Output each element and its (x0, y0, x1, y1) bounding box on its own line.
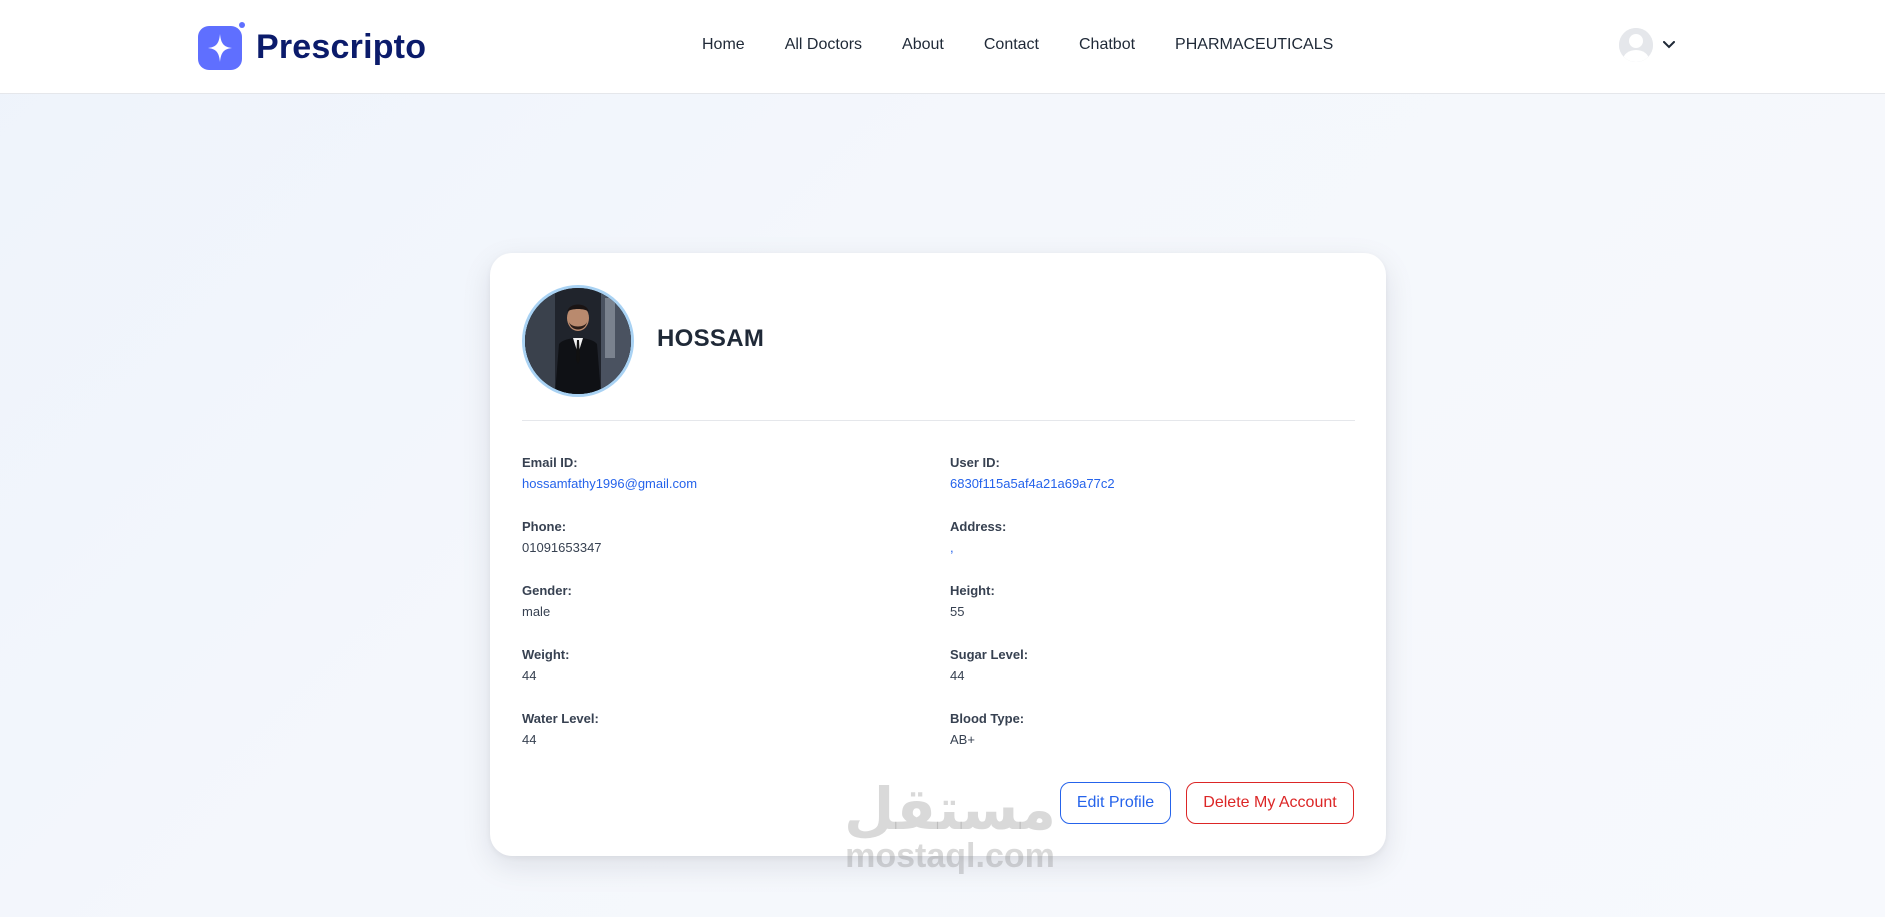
field-sugar-level: Sugar Level: 44 (950, 646, 1330, 685)
email-value[interactable]: hossamfathy1996@gmail.com (522, 475, 902, 493)
brand-logo[interactable]: Prescripto (198, 22, 426, 72)
user-id-value: 6830f115a5af4a21a69a77c2 (950, 476, 1115, 491)
field-label: Height: (950, 583, 995, 598)
divider (522, 420, 1355, 421)
sugar-level-value: 44 (950, 668, 965, 683)
field-weight: Weight: 44 (522, 646, 902, 685)
water-level-value: 44 (522, 732, 537, 747)
weight-value: 44 (522, 668, 537, 683)
field-label: Email ID: (522, 455, 578, 470)
field-email: Email ID: hossamfathy1996@gmail.com (522, 454, 902, 493)
nav-item-chatbot[interactable]: Chatbot (1079, 36, 1135, 54)
nav-item-pharmaceuticals[interactable]: PHARMACEUTICALS (1175, 36, 1333, 54)
edit-profile-button[interactable]: Edit Profile (1060, 782, 1171, 824)
chevron-down-icon[interactable] (1663, 36, 1675, 54)
nav-item-home[interactable]: Home (702, 36, 745, 54)
profile-card: HOSSAM Email ID: hossamfathy1996@gmail.c… (490, 253, 1386, 856)
brand-name: Prescripto (256, 27, 427, 66)
user-menu[interactable] (1619, 28, 1675, 62)
main-nav: Home All Doctors About Contact Chatbot P… (702, 36, 1333, 54)
field-label: Weight: (522, 647, 570, 662)
user-avatar-icon[interactable] (1619, 28, 1653, 62)
navbar: Prescripto Home All Doctors About Contac… (0, 0, 1885, 94)
phone-value: 01091653347 (522, 540, 602, 555)
delete-account-button[interactable]: Delete My Account (1186, 782, 1354, 824)
field-phone: Phone: 01091653347 (522, 518, 902, 557)
field-user-id: User ID: 6830f115a5af4a21a69a77c2 (950, 454, 1330, 493)
field-label: Water Level: (522, 711, 599, 726)
address-value: , (950, 540, 954, 555)
field-label: Blood Type: (950, 711, 1025, 726)
nav-item-contact[interactable]: Contact (984, 36, 1039, 54)
logo-icon (198, 22, 246, 72)
nav-item-about[interactable]: About (902, 36, 944, 54)
field-water-level: Water Level: 44 (522, 710, 902, 749)
blood-type-value: AB+ (950, 732, 975, 747)
profile-name: HOSSAM (657, 325, 765, 352)
field-label: Address: (950, 519, 1007, 534)
field-label: Gender: (522, 583, 572, 598)
field-height: Height: 55 (950, 582, 1330, 621)
nav-item-all-doctors[interactable]: All Doctors (785, 36, 862, 54)
field-label: User ID: (950, 455, 1000, 470)
field-blood-type: Blood Type: AB+ (950, 710, 1330, 749)
field-label: Sugar Level: (950, 647, 1029, 662)
profile-photo (522, 285, 634, 397)
field-gender: Gender: male (522, 582, 902, 621)
field-label: Phone: (522, 519, 567, 534)
height-value: 55 (950, 604, 965, 619)
field-address: Address: , (950, 518, 1330, 557)
gender-value: male (522, 604, 551, 619)
